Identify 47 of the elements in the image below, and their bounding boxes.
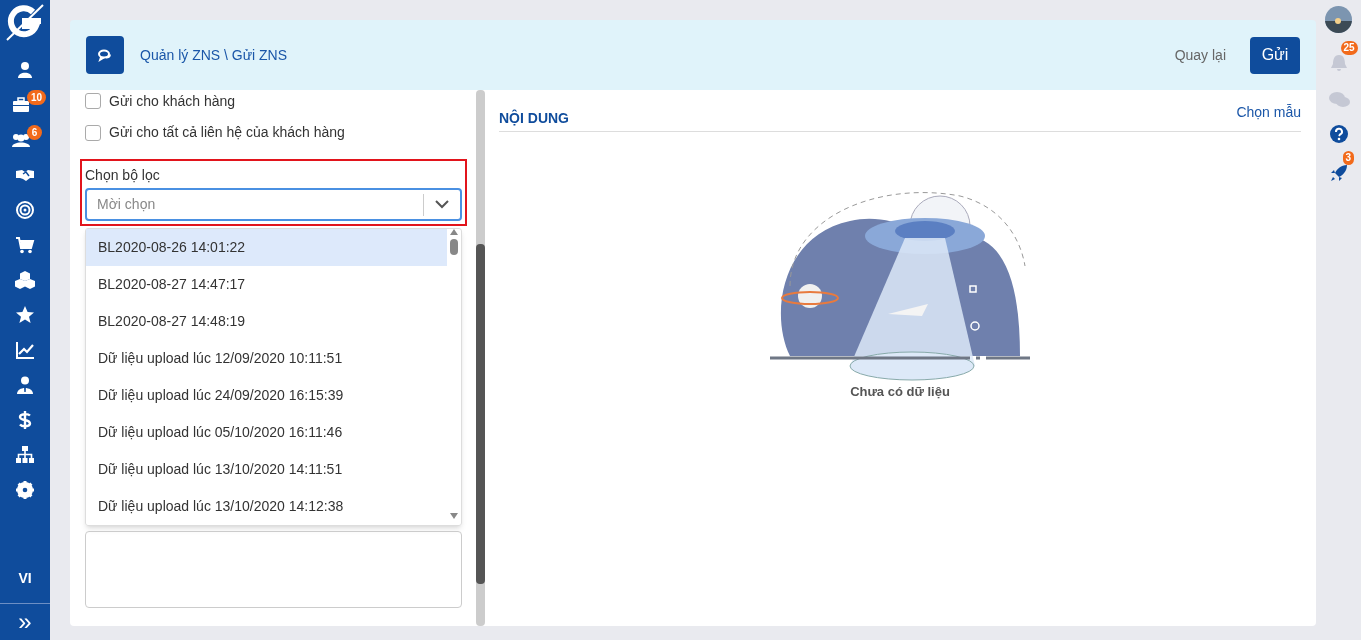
scrollbar-thumb[interactable] [476,244,485,584]
notification-badge: 25 [1340,41,1358,55]
help-icon[interactable] [1329,125,1348,143]
dropdown-option[interactable]: Dữ liệu upload lúc 13/10/2020 14:12:38 [86,488,447,525]
chat-icon [86,36,124,74]
checkbox[interactable] [85,93,101,109]
filter-select[interactable]: Mời chọn [85,188,462,221]
select-placeholder: Mời chọn [96,195,157,214]
checkbox[interactable] [85,124,101,141]
dropdown-option[interactable]: Dữ liệu upload lúc 13/10/2020 14:11:51 [86,451,447,488]
dropdown-option[interactable]: Dữ liệu upload lúc 24/09/2020 16:15:39 [86,377,447,414]
person-tie-icon[interactable] [15,374,35,395]
org-chart-icon[interactable] [15,444,35,465]
target-icon[interactable] [15,199,35,220]
briefcase-icon[interactable] [11,94,31,115]
rocket-badge: 3 [1342,151,1355,165]
empty-state-text: Chưa có dữ liệu [850,383,950,401]
back-link[interactable]: Quay lại [1174,44,1226,66]
expand-button[interactable]: » [0,604,50,640]
dropdown-option[interactable]: BL2020-08-27 14:48:19 [86,303,447,340]
chevron-down-icon[interactable] [435,200,449,209]
count-badge: 10 [27,90,47,105]
panel-scrollbar[interactable] [476,90,485,626]
template-link[interactable]: Chọn mẫu [1236,102,1301,123]
dropdown-option[interactable]: Dữ liệu upload lúc 05/10/2020 16:11:46 [86,414,447,451]
section-title: NỘI DUNG [499,108,570,128]
breadcrumb: Quản lý ZNS \ Gửi ZNS [140,45,288,65]
field-label: Chọn bộ lọc [85,166,161,185]
checkbox-label: Gửi cho tất cả liên hệ của khách hàng [109,123,345,142]
cubes-icon[interactable] [15,269,35,290]
rocket-icon[interactable] [1328,163,1349,183]
dropdown-option[interactable]: BL2020-08-26 14:01:22 [86,229,447,266]
settings-icon[interactable] [15,479,35,500]
scroll-up-icon[interactable] [450,229,458,235]
line-chart-icon[interactable] [15,339,35,360]
dropdown-option[interactable]: Dữ liệu upload lúc 12/09/2020 10:11:51 [86,340,447,377]
user-icon[interactable] [15,59,35,80]
language-code: VI [18,569,32,588]
avatar[interactable] [1325,6,1352,33]
dropdown-option[interactable]: BL2020-08-27 14:47:17 [86,266,447,303]
scrollbar-thumb[interactable] [450,239,458,255]
scroll-down-icon[interactable] [450,513,458,519]
send-button[interactable]: Gửi [1250,36,1300,74]
star-icon[interactable] [15,304,35,325]
checkbox-label: Gửi cho khách hàng [109,91,236,111]
cart-icon[interactable] [15,234,35,255]
count-badge: 6 [27,125,42,140]
